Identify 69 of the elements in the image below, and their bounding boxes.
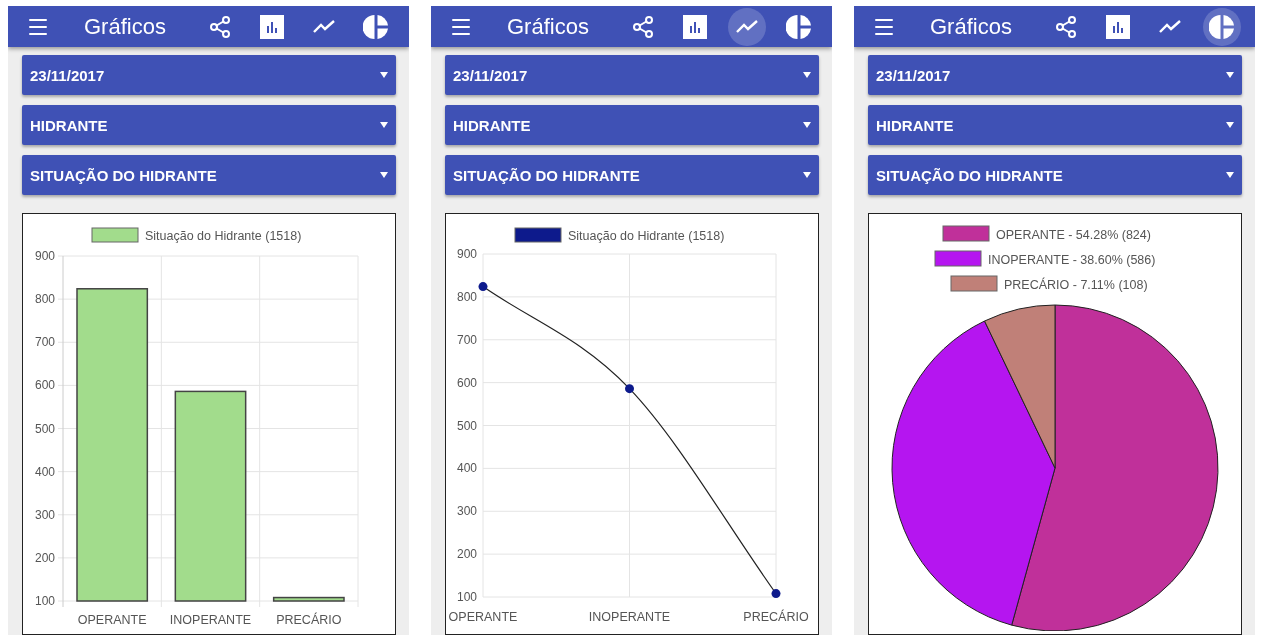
- axis-tick-label: 100: [34, 594, 55, 608]
- axis-category-label: OPERANTE: [77, 613, 147, 627]
- dropdown[interactable]: SITUAÇÃO DO HIDRANTE: [445, 155, 819, 195]
- axis-tick-label: 600: [34, 378, 55, 393]
- axis-tick-label: 800: [34, 292, 55, 307]
- caret-icon: [803, 172, 811, 178]
- dropdown[interactable]: 23/11/2017: [445, 55, 819, 95]
- axis-category-label: INOPERANTE: [588, 610, 671, 624]
- caret-icon: [380, 72, 388, 78]
- legend-label: OPERANTE - 54.28% (824): [996, 228, 1151, 242]
- axis-tick-label: 500: [456, 418, 477, 433]
- app-title: Gráficos: [507, 13, 590, 40]
- caret-icon: [1226, 172, 1234, 178]
- dropdown[interactable]: HIDRANTE: [868, 105, 1242, 145]
- legend-swatch: [950, 275, 998, 292]
- pie-chart-icon: [1209, 13, 1235, 40]
- caret-icon: [1226, 72, 1234, 78]
- share-icon: [631, 14, 655, 39]
- legend-label: INOPERANTE - 38.60% (586): [988, 253, 1156, 267]
- axis-tick-label: 700: [456, 332, 477, 347]
- data-point: [625, 384, 634, 394]
- legend-swatch: [514, 227, 562, 243]
- axis-tick-label: 300: [456, 504, 477, 519]
- dropdown[interactable]: HIDRANTE: [445, 105, 819, 145]
- app-title: Gráficos: [930, 13, 1013, 40]
- pie-button[interactable]: [1203, 7, 1241, 46]
- axis-tick-label: 400: [456, 461, 477, 476]
- legend-label: Situação do Hidrante (1518): [568, 229, 725, 243]
- line-button[interactable]: [728, 7, 766, 46]
- app-title: Gráficos: [84, 13, 167, 40]
- pie-chart-icon: [786, 13, 812, 40]
- axis-tick-label: 600: [456, 375, 477, 390]
- caret-icon: [380, 172, 388, 178]
- axis-category-label: INOPERANTE: [169, 613, 252, 627]
- legend-label: Situação do Hidrante (1518): [145, 229, 302, 243]
- legend-label: PRECÁRIO - 7.11% (108): [1004, 278, 1148, 292]
- axis-category-label: PRECÁRIO: [743, 610, 809, 624]
- axis-tick-label: 900: [456, 247, 477, 261]
- pie-chart-icon: [363, 13, 389, 40]
- axis-tick-label: 100: [456, 590, 477, 604]
- axis-tick-label: 400: [34, 464, 55, 479]
- axis-category-label: OPERANTE: [448, 610, 518, 624]
- share-icon: [1054, 14, 1078, 39]
- caret-icon: [380, 122, 388, 128]
- axis-tick-label: 200: [456, 547, 477, 562]
- axis-tick-label: 700: [34, 335, 55, 350]
- axis-category-label: PRECÁRIO: [276, 613, 342, 627]
- legend-swatch: [934, 250, 982, 267]
- axis-tick-label: 200: [34, 550, 55, 565]
- caret-icon: [803, 122, 811, 128]
- axis-tick-label: 800: [456, 289, 477, 304]
- data-point: [478, 282, 488, 292]
- share-icon: [208, 14, 232, 39]
- dropdown[interactable]: SITUAÇÃO DO HIDRANTE: [868, 155, 1242, 195]
- legend-swatch: [91, 227, 139, 243]
- dropdown[interactable]: 23/11/2017: [22, 55, 396, 95]
- axis-tick-label: 500: [34, 421, 55, 436]
- dropdown[interactable]: 23/11/2017: [868, 55, 1242, 95]
- dropdown[interactable]: HIDRANTE: [22, 105, 396, 145]
- bar-chart-icon: [683, 14, 707, 39]
- data-point: [771, 589, 781, 599]
- dropdown[interactable]: SITUAÇÃO DO HIDRANTE: [22, 155, 396, 195]
- legend-swatch: [942, 225, 990, 242]
- axis-tick-label: 900: [34, 249, 55, 263]
- caret-icon: [1226, 122, 1234, 128]
- caret-icon: [803, 72, 811, 78]
- axis-tick-label: 300: [34, 507, 55, 522]
- bar-chart-icon: [260, 14, 284, 39]
- bar-chart-icon: [1106, 14, 1130, 39]
